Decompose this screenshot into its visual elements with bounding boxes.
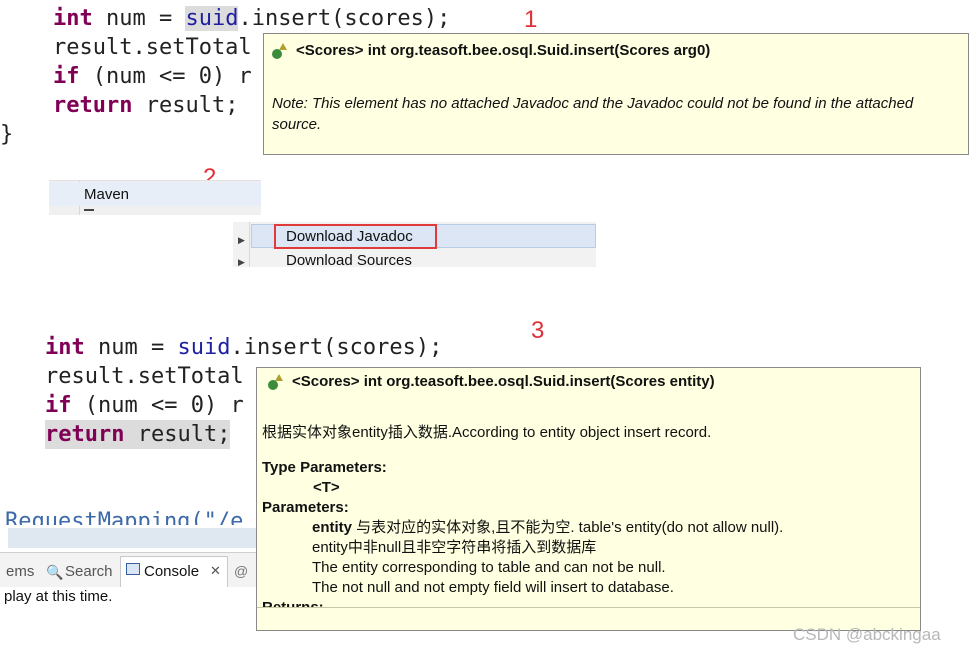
code-line-1-top: int num = suid.insert(scores);	[53, 6, 451, 31]
tooltip-note: Note: This element has no attached Javad…	[272, 95, 914, 133]
close-icon[interactable]: ✕	[210, 563, 221, 579]
tooltip-header: <Scores> int org.teasoft.bee.osql.Suid.i…	[272, 42, 960, 59]
download-javadoc-label: Download Javadoc	[286, 228, 413, 245]
type-params-label: Type Parameters:	[262, 459, 387, 476]
code-line-4-bottom: return result;	[45, 420, 231, 449]
console-output: play at this time.	[0, 587, 262, 607]
code-line-2-top: result.setTotal	[53, 35, 252, 60]
code-annotation: RequestMapping("/e	[5, 509, 244, 525]
watermark: CSDN @abckingaa	[793, 625, 941, 644]
code-line-3-bottom: if (num <= 0) r	[45, 393, 244, 418]
tooltip-signature: <Scores> int org.teasoft.bee.osql.Suid.i…	[296, 42, 711, 59]
submenu-arrow-icon: ▶	[238, 257, 245, 267]
method-icon	[268, 373, 284, 390]
param-line-2: entity中非null且非空字符串将插入到数据库	[312, 539, 597, 556]
tab-search[interactable]: Search	[65, 563, 113, 580]
search-icon: 🔍	[46, 564, 64, 580]
at-icon: @	[234, 563, 249, 579]
param-line-4: The not null and not empty field will in…	[312, 579, 674, 596]
submenu-arrow-icon: ▶	[238, 235, 245, 245]
tab-problems[interactable]: ems	[6, 563, 34, 580]
console-text: play at this time.	[4, 588, 113, 605]
menu-item-maven[interactable]: Maven	[49, 182, 261, 206]
tooltip-signature: <Scores> int org.teasoft.bee.osql.Suid.i…	[292, 373, 715, 390]
editor-scrollbar-area	[8, 528, 270, 548]
marker-1: 1	[524, 6, 538, 33]
tab-console[interactable]: Console ✕	[120, 556, 228, 587]
param-line-1: entity 与表对应的实体对象,且不能为空. table's entity(d…	[312, 519, 784, 536]
javadoc-tooltip-bottom: <Scores> int org.teasoft.bee.osql.Suid.i…	[256, 367, 921, 631]
params-label: Parameters:	[262, 499, 349, 516]
menu-item-download-sources[interactable]: Download Sources	[286, 252, 412, 269]
method-icon	[272, 42, 288, 59]
panel-tabbar: ems 🔍 Search Console ✕ @	[0, 552, 262, 587]
param-line-3: The entity corresponding to table and ca…	[312, 559, 666, 576]
tab-console-label: Console	[144, 563, 200, 580]
context-menu: Maven	[49, 180, 261, 215]
code-line-3-top: if (num <= 0) r	[53, 64, 252, 89]
tooltip-header: <Scores> int org.teasoft.bee.osql.Suid.i…	[262, 373, 915, 390]
javadoc-tooltip-top: <Scores> int org.teasoft.bee.osql.Suid.i…	[263, 33, 969, 155]
menu-item-maven-label: Maven	[84, 186, 130, 203]
param-name: entity	[312, 519, 353, 536]
submenu: ▶ ▶ Download Javadoc Download Sources	[233, 222, 596, 269]
type-param: <T>	[313, 479, 340, 496]
code-line-4-top: return result;	[53, 93, 239, 118]
code-line-1-bottom: int num = suid.insert(scores);	[45, 335, 443, 360]
marker-3: 3	[531, 317, 545, 344]
code-brace: }	[0, 122, 14, 147]
console-icon	[126, 563, 140, 575]
code-line-2-bottom: result.setTotal	[45, 364, 244, 389]
tooltip-description: 根据实体对象entity插入数据.According to entity obj…	[262, 424, 712, 441]
